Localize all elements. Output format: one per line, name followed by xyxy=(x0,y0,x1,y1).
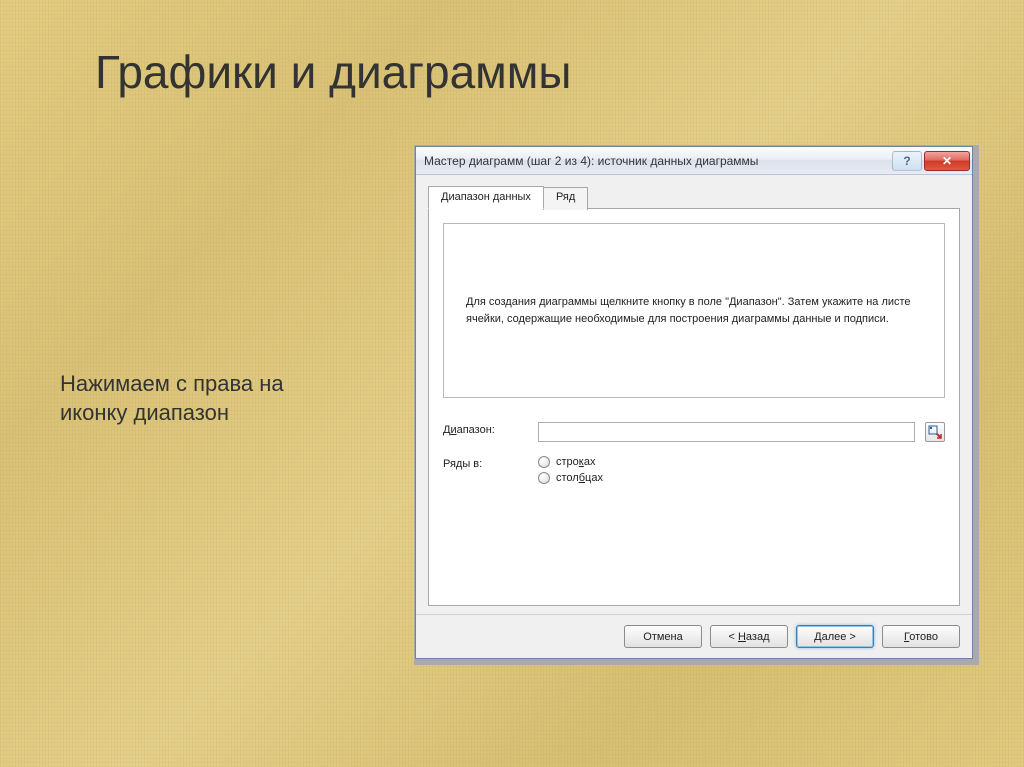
radio-rows-row[interactable]: строках xyxy=(538,456,603,468)
caption-line-1: Нажимаем с права на xyxy=(60,371,284,396)
next-button[interactable]: Далее > xyxy=(796,625,874,648)
cancel-button[interactable]: Отмена xyxy=(624,625,702,648)
back-button[interactable]: < Назад xyxy=(710,625,788,648)
finish-button[interactable]: Готово xyxy=(882,625,960,648)
help-button[interactable]: ? xyxy=(892,151,922,171)
dialog-titlebar[interactable]: Мастер диаграмм (шаг 2 из 4): источник д… xyxy=(416,147,972,175)
dialog-title: Мастер диаграмм (шаг 2 из 4): источник д… xyxy=(424,154,890,168)
radio-columns[interactable] xyxy=(538,472,550,484)
caption-line-2: иконку диапазон xyxy=(60,400,229,425)
radio-columns-row[interactable]: столбцах xyxy=(538,472,603,484)
chart-preview-box: Для создания диаграммы щелкните кнопку в… xyxy=(443,223,945,398)
dialog-shadow-frame: Мастер диаграмм (шаг 2 из 4): источник д… xyxy=(414,145,979,665)
chart-wizard-dialog: Мастер диаграмм (шаг 2 из 4): источник д… xyxy=(415,146,973,659)
tab-data-range[interactable]: Диапазон данных xyxy=(428,186,544,209)
back-button-label: < Назад xyxy=(728,631,769,643)
series-in-row: Ряды в: строках столбцах xyxy=(443,456,945,484)
radio-columns-label: столбцах xyxy=(556,472,603,484)
slide-background: Графики и диаграммы Нажимаем с права на … xyxy=(0,0,1024,767)
dialog-body: Диапазон данных Ряд Для создания диаграм… xyxy=(416,175,972,614)
range-row: Диапазон: xyxy=(443,422,945,442)
tab-panel: Для создания диаграммы щелкните кнопку в… xyxy=(428,208,960,606)
help-icon: ? xyxy=(903,154,910,168)
series-in-label: Ряды в: xyxy=(443,456,528,470)
range-label: Диапазон: xyxy=(443,422,528,436)
tab-series-label: Ряд xyxy=(556,191,575,203)
radio-rows[interactable] xyxy=(538,456,550,468)
preview-instruction-text: Для создания диаграммы щелкните кнопку в… xyxy=(466,294,922,327)
range-picker-button[interactable] xyxy=(925,422,945,442)
titlebar-buttons: ? ✕ xyxy=(890,151,970,171)
close-icon: ✕ xyxy=(942,154,952,168)
range-input[interactable] xyxy=(538,422,915,442)
form-area: Диапазон: xyxy=(443,412,945,484)
series-in-radio-group: строках столбцах xyxy=(538,456,603,484)
slide-caption: Нажимаем с права на иконку диапазон xyxy=(60,370,284,427)
tab-data-range-label: Диапазон данных xyxy=(441,191,531,203)
tab-strip: Диапазон данных Ряд xyxy=(428,185,960,208)
close-button[interactable]: ✕ xyxy=(924,151,970,171)
dialog-button-bar: Отмена < Назад Далее > Готово xyxy=(416,614,972,658)
range-picker-icon xyxy=(928,425,942,439)
radio-rows-label: строках xyxy=(556,456,595,468)
slide-title: Графики и диаграммы xyxy=(95,45,572,99)
tab-series[interactable]: Ряд xyxy=(543,187,588,210)
next-button-label: Далее > xyxy=(814,631,856,643)
finish-button-label: Готово xyxy=(904,631,938,643)
cancel-button-label: Отмена xyxy=(643,631,682,643)
